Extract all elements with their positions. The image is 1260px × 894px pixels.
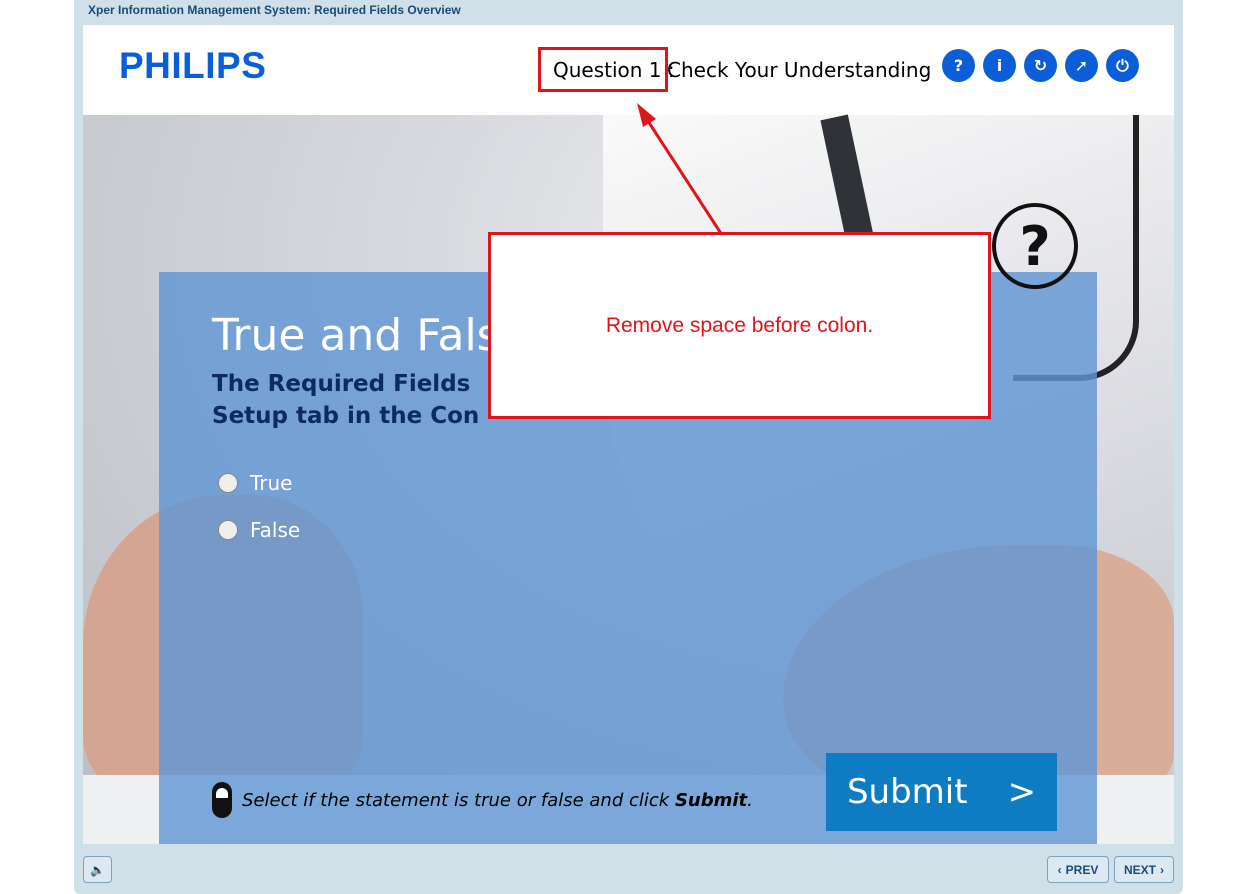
- prev-label: PREV: [1065, 862, 1099, 877]
- info-icon[interactable]: i: [983, 49, 1016, 82]
- chevron-left-icon: ‹: [1057, 862, 1062, 877]
- radio-false[interactable]: [218, 520, 238, 540]
- option-false-label: False: [250, 518, 301, 542]
- help-icon[interactable]: ?: [942, 49, 975, 82]
- restart-icon[interactable]: ↻: [1024, 49, 1057, 82]
- submit-arrow-icon: >: [1007, 772, 1037, 812]
- submit-label: Submit: [846, 772, 968, 812]
- chevron-right-icon: ›: [1160, 862, 1164, 877]
- prev-button[interactable]: ‹ PREV: [1047, 856, 1109, 883]
- question-mark-icon: ?: [992, 203, 1078, 289]
- annotation-highlight-box: [538, 47, 668, 92]
- course-content: PHILIPS Question 1 : Check Your Understa…: [83, 25, 1174, 844]
- header-toolbar: ? i ↻ ➚ ⏻: [942, 49, 1139, 82]
- option-true[interactable]: True: [218, 471, 292, 495]
- instruction-text: Select if the statement is true or false…: [242, 790, 753, 811]
- radio-true[interactable]: [218, 473, 238, 493]
- submit-button[interactable]: Submit >: [826, 753, 1057, 831]
- instruction-prefix: Select if the statement is true or false…: [242, 789, 675, 811]
- instruction: Select if the statement is true or false…: [212, 782, 753, 818]
- option-true-label: True: [250, 471, 293, 495]
- philips-logo: PHILIPS: [119, 45, 267, 86]
- instruction-bold: Submit: [674, 789, 748, 811]
- question-title: Check Your Understanding: [667, 58, 932, 82]
- mouse-icon: [212, 782, 232, 818]
- speaker-icon[interactable]: 🔈: [83, 856, 112, 883]
- next-button[interactable]: NEXT ›: [1114, 856, 1174, 883]
- option-false[interactable]: False: [218, 518, 300, 542]
- annotation-note: Remove space before colon.: [488, 232, 991, 419]
- navigate-icon[interactable]: ➚: [1065, 49, 1098, 82]
- next-label: NEXT: [1123, 862, 1156, 877]
- window-title: Xper Information Management System: Requ…: [88, 3, 461, 17]
- exit-icon[interactable]: ⏻: [1106, 49, 1139, 82]
- panel-title: True and Fals: [212, 310, 500, 361]
- instruction-suffix: .: [747, 789, 753, 811]
